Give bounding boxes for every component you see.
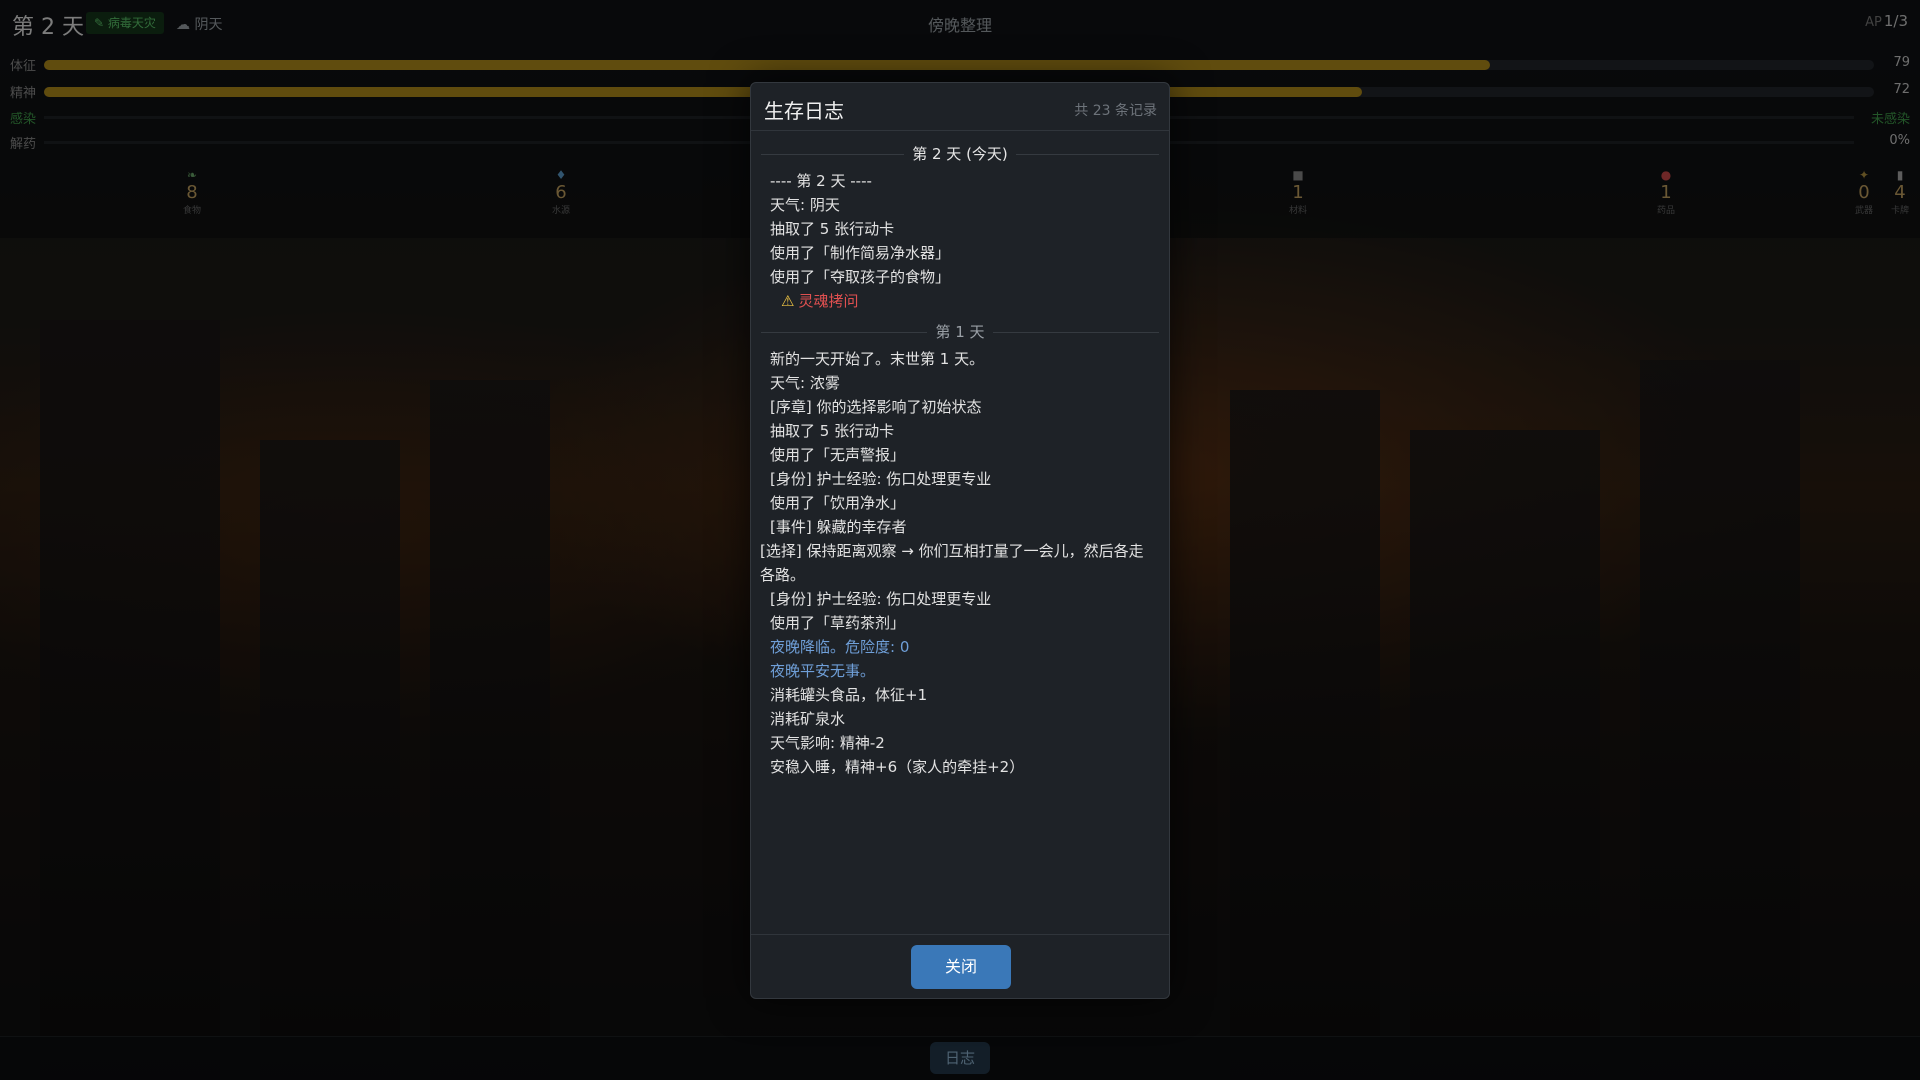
log-entry: 天气影响: 精神-2 — [751, 731, 1169, 755]
log-entry-text: 夜晚平安无事。 — [770, 662, 876, 680]
log-entry: 抽取了 5 张行动卡 — [751, 217, 1169, 241]
log-entry: 消耗矿泉水 — [751, 707, 1169, 731]
log-entry-text: [选择] 保持距离观察 → 你们互相打量了一会儿，然后各走各路。 — [760, 542, 1144, 584]
log-entry-text: ---- 第 2 天 ---- — [770, 172, 872, 190]
log-entry-text: 安稳入睡，精神+6（家人的牵挂+2） — [770, 758, 1025, 776]
log-entry: 使用了「饮用净水」 — [751, 491, 1169, 515]
log-entry: [选择] 保持距离观察 → 你们互相打量了一会儿，然后各走各路。 — [751, 539, 1169, 587]
log-entry: [序章] 你的选择影响了初始状态 — [751, 395, 1169, 419]
log-entry-text: [事件] 躲藏的幸存者 — [770, 518, 907, 536]
log-entry: 夜晚降临。危险度: 0 — [751, 635, 1169, 659]
log-entry-text: 夜晚降临。危险度: 0 — [770, 638, 910, 656]
close-button[interactable]: 关闭 — [911, 945, 1011, 989]
log-entry: 夜晚平安无事。 — [751, 659, 1169, 683]
log-entry-text: 灵魂拷问 — [798, 292, 859, 310]
dialog-title: 生存日志 — [764, 99, 844, 123]
log-entry: ---- 第 2 天 ---- — [751, 169, 1169, 193]
log-entry-text: [身份] 护士经验: 伤口处理更专业 — [770, 470, 992, 488]
log-entry: 安稳入睡，精神+6（家人的牵挂+2） — [751, 755, 1169, 779]
log-entry-text: 使用了「草药茶剂」 — [770, 614, 906, 632]
log-entry-text: 使用了「夺取孩子的食物」 — [770, 268, 951, 286]
log-entry: 抽取了 5 张行动卡 — [751, 419, 1169, 443]
log-entry-text: 新的一天开始了。末世第 1 天。 — [770, 350, 985, 368]
log-entry: 消耗罐头食品，体征+1 — [751, 683, 1169, 707]
log-entry-text: 使用了「无声警报」 — [770, 446, 906, 464]
day-separator: 第 2 天 (今天) — [751, 141, 1169, 169]
dialog-header: 生存日志 共 23 条记录 — [751, 83, 1169, 131]
log-entry-text: 天气: 浓雾 — [770, 374, 840, 392]
warning-icon: ⚠ — [781, 292, 795, 310]
log-entry: 使用了「夺取孩子的食物」 — [751, 265, 1169, 289]
log-entry: [事件] 躲藏的幸存者 — [751, 515, 1169, 539]
log-entry-text: 使用了「制作简易净水器」 — [770, 244, 951, 262]
log-entry-text: 抽取了 5 张行动卡 — [770, 220, 895, 238]
log-entry-text: 天气影响: 精神-2 — [770, 734, 885, 752]
warning-entry: ⚠ 灵魂拷问 — [751, 289, 1169, 313]
survival-log-dialog: 生存日志 共 23 条记录 第 2 天 (今天) ---- 第 2 天 ---- 天… — [750, 82, 1170, 999]
log-list[interactable]: 第 2 天 (今天) ---- 第 2 天 ---- 天气: 阴天抽取了 5 张行动… — [751, 141, 1169, 911]
log-entry: 使用了「草药茶剂」 — [751, 611, 1169, 635]
log-entry: [身份] 护士经验: 伤口处理更专业 — [751, 467, 1169, 491]
log-entry-text: 使用了「饮用净水」 — [770, 494, 906, 512]
day-separator: 第 1 天 — [751, 319, 1169, 347]
log-entry-text: 消耗矿泉水 — [770, 710, 846, 728]
log-entry-text: 消耗罐头食品，体征+1 — [770, 686, 928, 704]
log-entry: 使用了「制作简易净水器」 — [751, 241, 1169, 265]
game-screen: 第 2 天 ✎ 病毒天灾 ☁ 阴天 傍晚整理 AP 1/3 体征 79 精神 72… — [0, 0, 1920, 1080]
record-count: 共 23 条记录 — [1074, 103, 1157, 119]
day-header: 第 1 天 — [927, 319, 993, 345]
log-entry-text: [序章] 你的选择影响了初始状态 — [770, 398, 982, 416]
log-entry-text: [身份] 护士经验: 伤口处理更专业 — [770, 590, 992, 608]
log-entry: 新的一天开始了。末世第 1 天。 — [751, 347, 1169, 371]
log-entry: 天气: 阴天 — [751, 193, 1169, 217]
log-entry: [身份] 护士经验: 伤口处理更专业 — [751, 587, 1169, 611]
log-entry-text: 抽取了 5 张行动卡 — [770, 422, 895, 440]
log-entry: 使用了「无声警报」 — [751, 443, 1169, 467]
dialog-footer: 关闭 — [751, 934, 1169, 998]
log-entry-text: 天气: 阴天 — [770, 196, 840, 214]
log-entry: 天气: 浓雾 — [751, 371, 1169, 395]
day-header: 第 2 天 (今天) — [904, 141, 1016, 167]
